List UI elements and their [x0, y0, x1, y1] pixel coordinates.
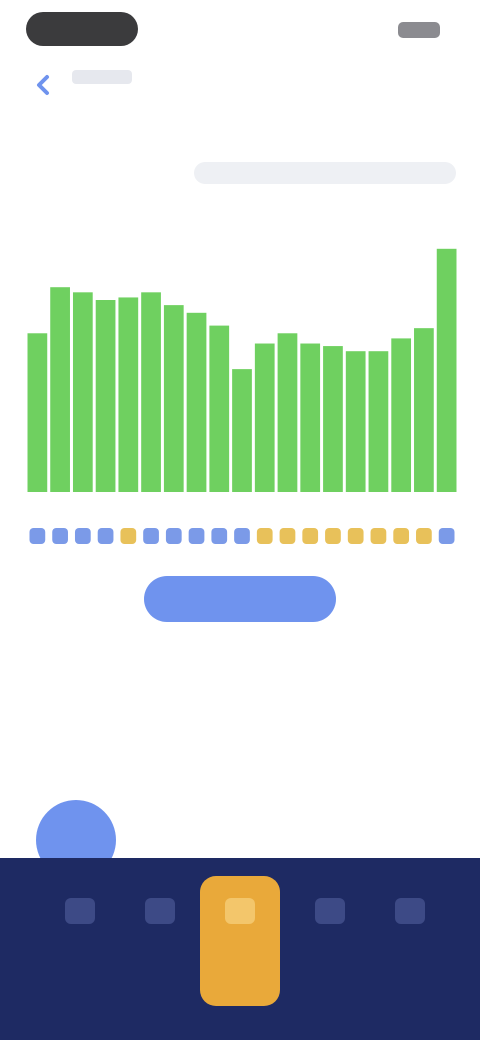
chart-category-marker-13 [302, 528, 319, 544]
list-item-subtitle [152, 814, 232, 828]
chart-category-marker-8 [188, 528, 205, 544]
chart-category-marker-4 [97, 528, 114, 544]
chart-bar-15[interactable] [345, 351, 366, 492]
nav-icon [65, 898, 95, 924]
chart-category-marker-17 [393, 528, 410, 544]
top-header [0, 62, 480, 106]
chart-bar-13[interactable] [300, 343, 321, 492]
list-item[interactable] [24, 778, 456, 880]
chart-category-marker-1 [29, 528, 46, 544]
chart-category-marker-9 [211, 528, 228, 544]
nav-item-3-active[interactable] [200, 876, 280, 1006]
chart-bar-17[interactable] [391, 338, 412, 492]
chart-category-marker-16 [370, 528, 387, 544]
nav-item-5[interactable] [370, 876, 450, 1006]
bar-chart [27, 248, 457, 544]
chart-category-marker-14 [325, 528, 341, 544]
chart-bar-6[interactable] [141, 292, 161, 492]
chart-bar-18[interactable] [414, 328, 434, 492]
chart-category-marker-18 [416, 528, 432, 544]
helper-text [96, 664, 384, 682]
bottom-nav [0, 858, 480, 1040]
chart-bar-11[interactable] [254, 343, 275, 492]
primary-action-button[interactable] [144, 576, 336, 622]
chart-bar-10[interactable] [232, 369, 252, 492]
status-bar [0, 0, 480, 56]
page-title [172, 72, 308, 92]
chart-category-marker-2 [52, 528, 68, 544]
chart-bar-2[interactable] [50, 287, 70, 492]
chart-bar-5[interactable] [118, 297, 139, 492]
nav-item-4[interactable] [290, 876, 370, 1006]
chart-bar-8[interactable] [186, 312, 207, 492]
chart-bar-3[interactable] [72, 292, 93, 492]
nav-item-1[interactable] [40, 876, 120, 1006]
filter-row [24, 158, 456, 188]
battery-icon [398, 22, 440, 38]
chart-category-marker-3 [74, 528, 91, 544]
list-item-title [152, 790, 272, 808]
chart-bar-7[interactable] [163, 305, 184, 492]
chart-bar-16[interactable] [368, 351, 389, 492]
status-time-pill [26, 12, 138, 46]
header-subtitle [72, 70, 132, 84]
nav-item-2[interactable] [120, 876, 200, 1006]
chart-bar-9[interactable] [209, 325, 230, 492]
filter-left[interactable] [24, 162, 144, 182]
chart-bar-4[interactable] [95, 300, 116, 492]
chart-category-marker-10 [234, 528, 250, 544]
filter-right[interactable] [194, 162, 456, 184]
chart-category-marker-5 [120, 528, 137, 544]
back-icon[interactable] [24, 68, 64, 102]
chart-caption [24, 206, 174, 222]
chart-bar-12[interactable] [277, 333, 298, 492]
chart-bar-14[interactable] [323, 346, 343, 492]
nav-icon [315, 898, 345, 924]
chart-bar-19[interactable] [436, 248, 457, 492]
chart-category-marker-7 [165, 528, 182, 544]
chart-category-marker-6 [143, 528, 159, 544]
chart-category-marker-15 [347, 528, 364, 544]
chart-category-marker-12 [279, 528, 296, 544]
nav-icon [395, 898, 425, 924]
chart-category-marker-19 [438, 528, 455, 544]
chart-bar-1[interactable] [27, 333, 48, 492]
nav-icon [145, 898, 175, 924]
chart-category-marker-11 [256, 528, 273, 544]
nav-icon [225, 898, 255, 924]
section-title [24, 734, 224, 758]
